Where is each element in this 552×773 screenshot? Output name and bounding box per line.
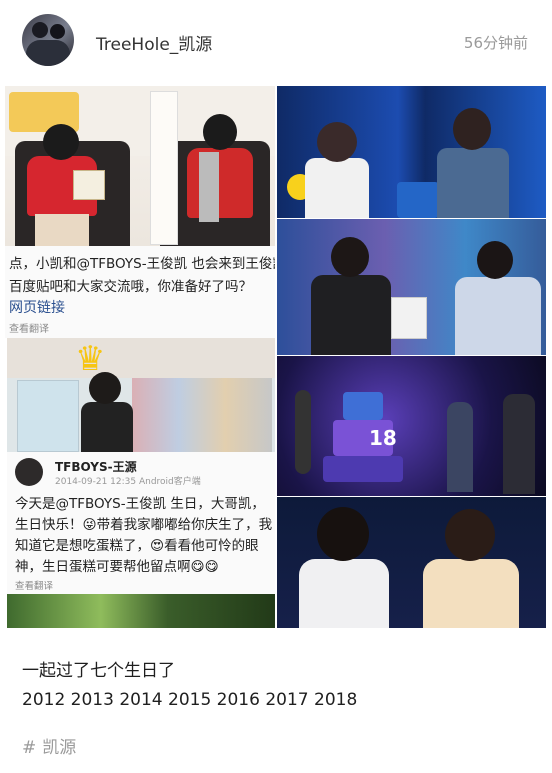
hashtag[interactable]: # 凯源 [22,733,76,758]
crown-icon: ♛ [75,339,106,379]
photo-grid: 点，小凯和@TFBOYS-王俊凯 也会来到王俊凯 百度贴吧和大家交流哦，你准备好… [5,86,546,628]
embedded-post-body: 今天是@TFBOYS-王俊凯 生日，大哥凯，生日快乐！😜带着我家嘟嘟给你庆生了，… [15,496,273,575]
see-translation-link[interactable]: 查看翻译 [9,320,49,335]
embedded-weibo-post[interactable]: TFBOYS-王源 2014-09-21 12:35 Android客户端 今天… [7,452,275,594]
embedded-post-meta: 2014-09-21 12:35 Android客户端 [55,477,201,487]
post-years: 2012 2013 2014 2015 2016 2017 2018 [22,690,358,710]
web-link[interactable]: 网页链接 [9,297,65,317]
photo-kids-on-sofa[interactable] [5,86,275,246]
username[interactable]: TreeHole_凯源 [96,30,212,55]
post-header: TreeHole_凯源 56分钟前 [0,0,552,86]
see-translation-link[interactable]: 查看翻译 [15,578,53,592]
photo-stage-birthday-1[interactable] [277,86,546,218]
embedded-post-avatar [15,458,43,486]
hashtag-label: 凯源 [42,738,77,758]
post-caption: 一起过了七个生日了 [22,661,175,681]
cake-number: 18 [369,426,397,450]
embedded-post-text[interactable]: 点，小凯和@TFBOYS-王俊凯 也会来到王俊凯 百度贴吧和大家交流哦，你准备好… [5,246,275,338]
embedded-post-line-2: 百度贴吧和大家交流哦，你准备好了吗？ [9,279,252,295]
photo-stage-birthday-2[interactable] [277,219,546,355]
embedded-post-line-1: 点，小凯和@TFBOYS-王俊凯 也会来到王俊凯 [9,256,275,272]
hashtag-symbol: # [22,738,37,758]
photo-stage-two-boys[interactable] [277,497,546,628]
photo-strip-foliage[interactable] [7,594,275,628]
photo-stage-cake-18[interactable]: 18 [277,356,546,496]
embedded-post-author: TFBOYS-王源 [55,460,137,474]
photo-kid-with-crown[interactable]: ♛ [7,338,275,452]
user-avatar[interactable] [22,14,74,66]
post-timestamp: 56分钟前 [463,34,528,52]
